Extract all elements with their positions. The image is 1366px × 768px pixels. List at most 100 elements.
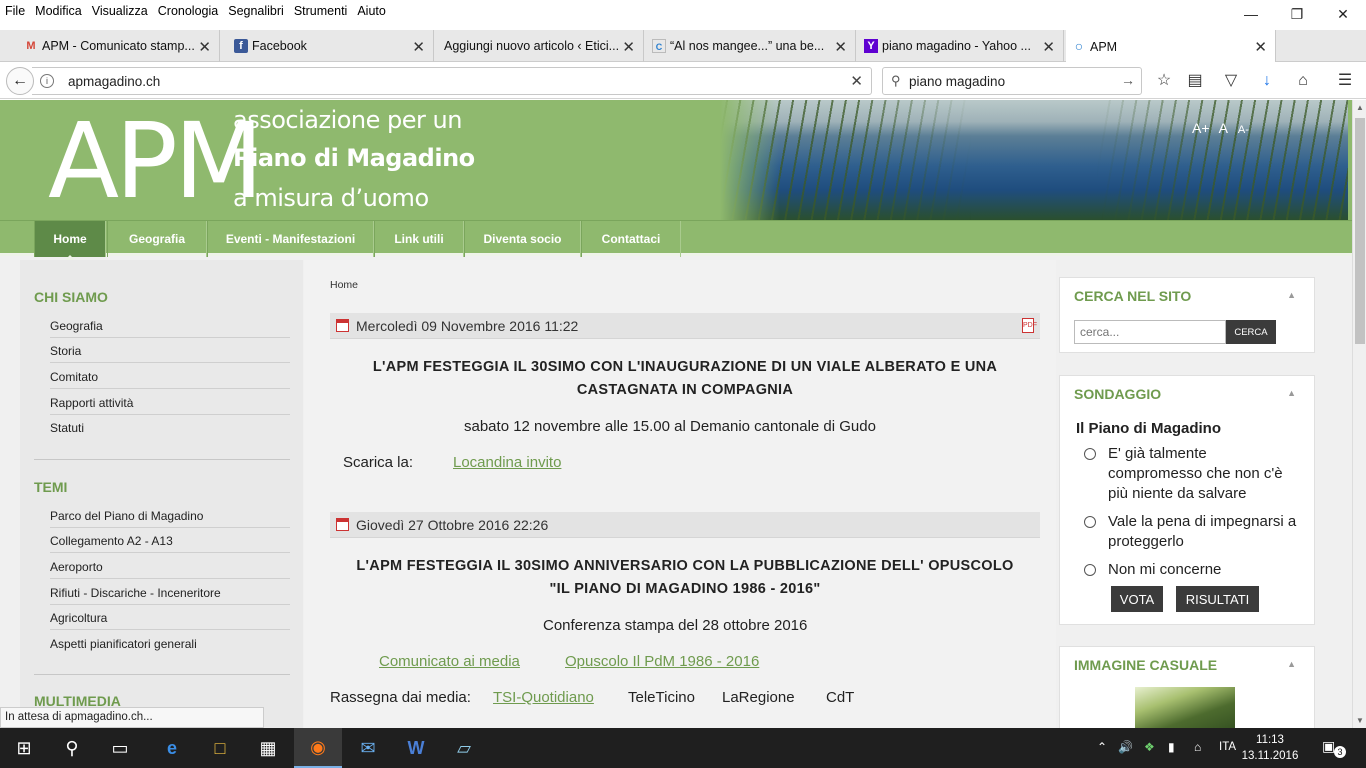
menu-strumenti[interactable]: Strumenti xyxy=(289,4,353,18)
battery-icon[interactable]: ▮ xyxy=(1168,740,1175,754)
collapse-icon[interactable]: ▲ xyxy=(1287,388,1296,398)
opuscolo-link[interactable]: Opuscolo Il PdM 1986 - 2016 xyxy=(565,653,759,670)
task-view-icon[interactable]: ▭ xyxy=(96,728,144,768)
poll-radio[interactable] xyxy=(1084,564,1096,576)
bookmark-star-icon[interactable]: ☆ xyxy=(1153,70,1175,92)
site-search-input[interactable] xyxy=(1074,320,1226,344)
sidebar-item-agricoltura[interactable]: Agricoltura xyxy=(50,611,290,630)
comunicato-link[interactable]: Comunicato ai media xyxy=(379,653,520,670)
app-icon[interactable]: ▱ xyxy=(440,728,488,768)
close-tab-icon[interactable]: ✕ xyxy=(834,38,847,56)
nav-geografia[interactable]: Geografia xyxy=(107,221,207,257)
sidebar-item-aeroporto[interactable]: Aeroporto xyxy=(50,560,290,579)
sidebar-item-storia[interactable]: Storia xyxy=(50,344,290,363)
tab-aggiungi-articolo[interactable]: Aggiungi nuovo articolo ‹ Etici... ✕ xyxy=(436,30,644,62)
logo[interactable]: APM xyxy=(48,102,264,220)
url-bar[interactable]: i apmagadino.ch ✕ xyxy=(32,67,872,95)
tab-facebook[interactable]: f Facebook ✕ xyxy=(228,30,434,62)
site-search-button[interactable]: CERCA xyxy=(1226,320,1276,344)
reading-list-icon[interactable]: ▤ xyxy=(1184,70,1206,92)
page-scrollbar[interactable]: ▲ ▼ xyxy=(1352,100,1366,728)
sidebar-item-geografia[interactable]: Geografia xyxy=(50,319,290,338)
font-reset-button[interactable]: A xyxy=(1219,120,1228,136)
sidebar-item-comitato[interactable]: Comitato xyxy=(50,370,290,389)
download-icon[interactable]: ↓ xyxy=(1256,70,1278,92)
close-tab-icon[interactable]: ✕ xyxy=(1254,38,1267,56)
nav-link-utili[interactable]: Link utili xyxy=(374,221,464,257)
search-bar[interactable]: ⚲ piano magadino → xyxy=(882,67,1142,95)
firefox-icon[interactable]: ◉ xyxy=(294,728,342,768)
results-button[interactable]: RISULTATI xyxy=(1176,586,1259,612)
nav-home[interactable]: Home xyxy=(34,221,106,260)
edge-icon[interactable]: e xyxy=(148,728,196,768)
windows-start-icon[interactable]: ⊞ xyxy=(0,728,48,768)
search-go-icon[interactable]: → xyxy=(1121,72,1135,88)
pocket-icon[interactable]: ▽ xyxy=(1220,70,1242,92)
sidebar-item-statuti[interactable]: Statuti xyxy=(50,421,290,439)
sidebar-item-aspetti[interactable]: Aspetti pianificatori generali xyxy=(50,637,290,655)
collapse-icon[interactable]: ▲ xyxy=(1287,659,1296,669)
wifi-icon[interactable]: ⌂ xyxy=(1194,740,1201,754)
hamburger-menu-icon[interactable]: ☰ xyxy=(1334,70,1356,92)
poll-module: SONDAGGIO ▲ Il Piano di Magadino E' già … xyxy=(1059,375,1315,625)
stop-icon[interactable]: ✕ xyxy=(850,72,863,90)
menu-modifica[interactable]: Modifica xyxy=(30,4,87,18)
close-tab-icon[interactable]: ✕ xyxy=(1042,38,1055,56)
minimize-icon[interactable]: — xyxy=(1228,0,1274,28)
locandina-link[interactable]: Locandina invito xyxy=(453,454,561,471)
outlook-icon[interactable]: ✉ xyxy=(344,728,392,768)
menu-cronologia[interactable]: Cronologia xyxy=(153,4,223,18)
nav-eventi[interactable]: Eventi - Manifestazioni xyxy=(207,221,374,257)
clock[interactable]: 11:13 13.11.2016 xyxy=(1240,732,1300,764)
random-image-photo[interactable] xyxy=(1135,687,1235,728)
back-icon[interactable]: ← xyxy=(6,67,34,95)
close-tab-icon[interactable]: ✕ xyxy=(198,38,211,56)
sidebar-item-rapporti[interactable]: Rapporti attività xyxy=(50,396,290,415)
article-date-bar: Mercoledì 09 Novembre 2016 11:22 PDF xyxy=(330,313,1040,339)
header-landscape-photo xyxy=(720,100,1348,220)
poll-radio[interactable] xyxy=(1084,516,1096,528)
word-icon[interactable]: W xyxy=(392,728,440,768)
close-tab-icon[interactable]: ✕ xyxy=(622,38,635,56)
restore-icon[interactable]: ❐ xyxy=(1274,0,1320,28)
notification-icon[interactable]: ▣ 3 xyxy=(1322,738,1346,758)
font-decrease-button[interactable]: A- xyxy=(1238,124,1249,136)
close-tab-icon[interactable]: ✕ xyxy=(412,38,425,56)
sidebar-item-parco[interactable]: Parco del Piano di Magadino xyxy=(50,509,290,528)
scrollbar-thumb[interactable] xyxy=(1355,118,1365,344)
tab-apm[interactable]: ○ APM ✕ xyxy=(1066,30,1276,63)
tab-yahoo[interactable]: Y piano magadino - Yahoo ... ✕ xyxy=(858,30,1064,62)
close-window-icon[interactable]: ✕ xyxy=(1320,0,1366,28)
breadcrumb[interactable]: Home xyxy=(330,279,358,291)
vote-button[interactable]: VOTA xyxy=(1111,586,1163,612)
search-icon[interactable]: ⚲ xyxy=(48,728,96,768)
sidebar-item-rifiuti[interactable]: Rifiuti - Discariche - Inceneritore xyxy=(50,586,290,605)
nav-contattaci[interactable]: Contattaci xyxy=(581,221,681,257)
volume-icon[interactable]: 🔊 xyxy=(1118,740,1133,754)
sidebar-item-collegamento[interactable]: Collegamento A2 - A13 xyxy=(50,534,290,553)
menu-segnalibri[interactable]: Segnalibri xyxy=(223,4,289,18)
scroll-down-icon[interactable]: ▼ xyxy=(1356,716,1364,725)
dropbox-icon[interactable]: ❖ xyxy=(1144,740,1155,754)
tab-strip: M APM - Comunicato stamp... ✕ f Facebook… xyxy=(0,30,1366,86)
file-explorer-icon[interactable]: □ xyxy=(196,728,244,768)
tray-chevron-icon[interactable]: ⌃ xyxy=(1097,740,1107,754)
menu-visualizza[interactable]: Visualizza xyxy=(87,4,153,18)
tab-apm-comunicato[interactable]: M APM - Comunicato stamp... ✕ xyxy=(18,30,220,62)
home-icon[interactable]: ⌂ xyxy=(1292,70,1314,92)
pdf-icon[interactable]: PDF xyxy=(1022,318,1037,333)
random-image-title: IMMAGINE CASUALE xyxy=(1074,657,1218,673)
font-increase-button[interactable]: A+ xyxy=(1192,120,1210,136)
clock-date: 13.11.2016 xyxy=(1241,750,1299,762)
menu-file[interactable]: File xyxy=(0,4,30,18)
poll-radio[interactable] xyxy=(1084,448,1096,460)
scroll-up-icon[interactable]: ▲ xyxy=(1356,103,1364,112)
info-icon[interactable]: i xyxy=(40,74,54,88)
menu-aiuto[interactable]: Aiuto xyxy=(352,4,391,18)
tsi-link[interactable]: TSI-Quotidiano xyxy=(493,689,594,706)
store-icon[interactable]: ▦ xyxy=(244,728,292,768)
nav-diventa-socio[interactable]: Diventa socio xyxy=(464,221,581,257)
collapse-icon[interactable]: ▲ xyxy=(1287,290,1296,300)
language-indicator[interactable]: ITA xyxy=(1219,741,1236,753)
tab-al-nos-mangee[interactable]: C “Al nos mangee...” una be... ✕ xyxy=(646,30,856,62)
